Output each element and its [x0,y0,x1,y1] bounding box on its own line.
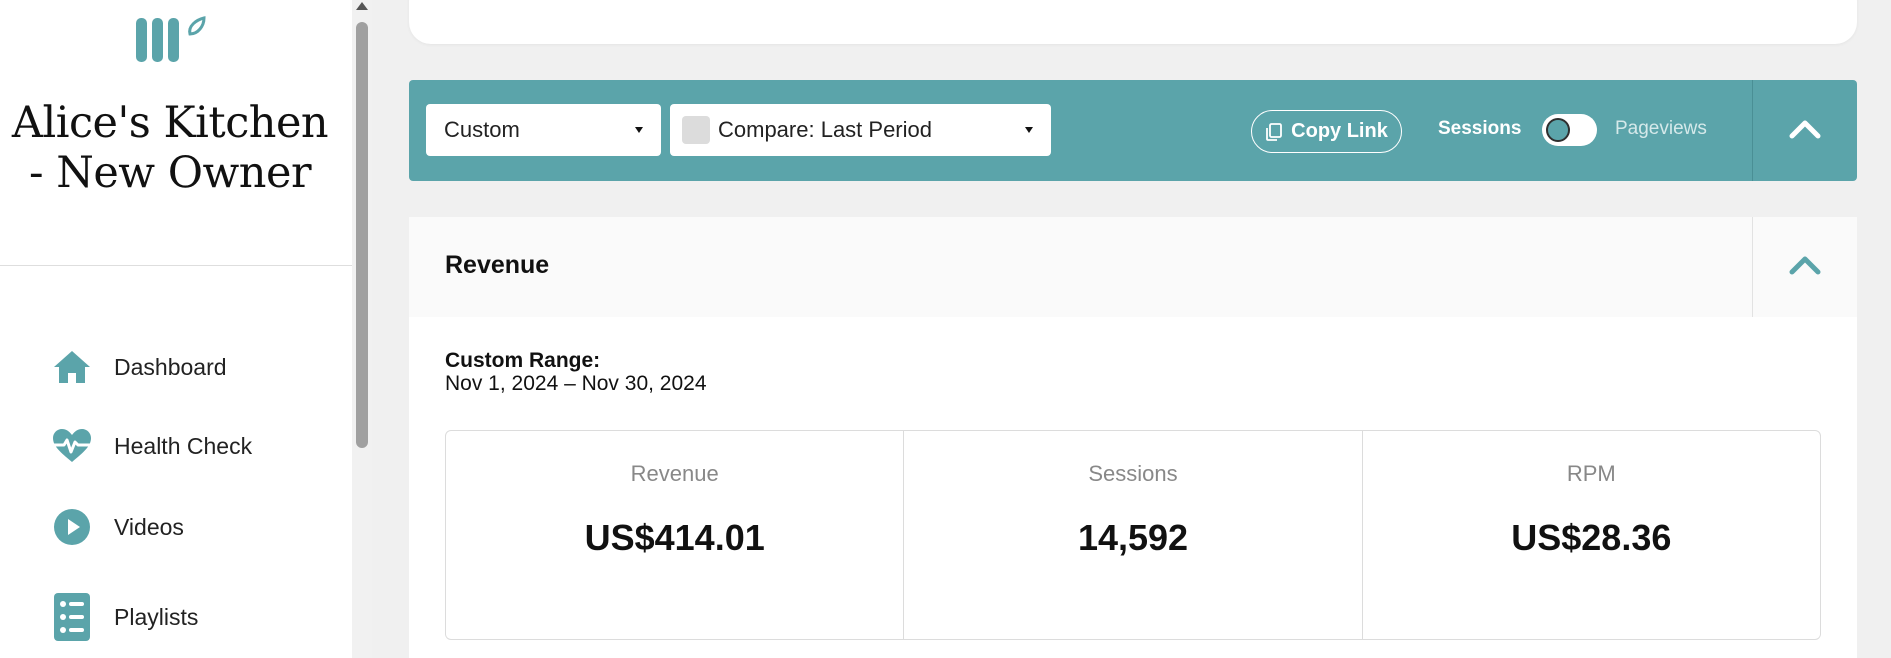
brand-logo-icon[interactable] [132,12,212,68]
stat-revenue: Revenue US$414.01 [446,431,903,639]
list-icon [52,593,92,641]
range-dates: Nov 1, 2024 – Nov 30, 2024 [445,372,707,395]
panel-title: Revenue [445,251,550,279]
stat-sessions: Sessions 14,592 [903,431,1361,639]
stat-rpm: RPM US$28.36 [1361,431,1820,639]
sidebar-item-label: Videos [114,513,184,540]
chevron-up-icon [1789,119,1821,143]
sidebar-item-videos[interactable]: Videos [52,502,342,552]
top-card [409,0,1857,44]
caret-down-icon [635,127,643,133]
stat-value: US$28.36 [1511,517,1672,558]
stat-value: US$414.01 [584,517,765,558]
sidebar-item-label: Dashboard [114,353,227,380]
scrollbar-thumb[interactable] [356,22,368,448]
filter-bar-collapse-button[interactable] [1753,80,1857,181]
site-title: Alice's Kitchen - New Owner [11,98,329,198]
sidebar-divider [0,265,352,266]
scroll-up-arrow-icon[interactable] [356,2,368,10]
sidebar-item-dashboard[interactable]: Dashboard [52,342,342,392]
stat-label: Sessions [1088,461,1178,486]
sidebar-item-playlists[interactable]: Playlists [52,592,342,642]
compare-color-swatch [682,116,710,144]
toggle-knob [1546,118,1570,142]
copy-link-button[interactable]: Copy Link [1251,110,1402,153]
stats-grid: Revenue US$414.01 Sessions 14,592 RPM US… [445,430,1821,640]
compare-select-value: Compare: Last Period [718,117,932,142]
toggle-label-sessions[interactable]: Sessions [1438,118,1521,140]
sessions-pageviews-toggle[interactable] [1542,114,1597,146]
range-heading: Custom Range: [445,349,601,372]
sidebar-scrollbar[interactable] [352,0,372,658]
heartbeat-icon [52,426,92,466]
sidebar-item-label: Health Check [114,432,253,459]
period-select[interactable]: Custom [426,104,661,156]
period-select-value: Custom [444,117,520,142]
filter-bar: Custom Compare: Last Period Copy Link Se… [409,80,1857,181]
caret-down-icon [1025,127,1033,133]
sidebar: Alice's Kitchen - New Owner Dashboard He… [0,0,352,658]
copy-icon [1265,122,1283,141]
play-circle-icon [52,507,92,547]
sidebar-item-health-check[interactable]: Health Check [52,421,342,471]
stat-value: 14,592 [1077,517,1189,558]
sidebar-item-label: Playlists [114,603,199,630]
revenue-panel: Revenue Custom Range: Nov 1, 2024 – Nov … [409,217,1857,658]
revenue-collapse-button[interactable] [1753,217,1857,317]
home-icon [52,347,92,387]
revenue-panel-header[interactable]: Revenue [409,217,1857,317]
stat-label: Revenue [630,461,719,486]
copy-link-label: Copy Link [1291,120,1388,142]
toggle-label-pageviews[interactable]: Pageviews [1615,118,1707,140]
compare-select[interactable]: Compare: Last Period [670,104,1051,156]
stat-label: RPM [1566,461,1616,486]
chevron-up-icon [1789,255,1821,279]
